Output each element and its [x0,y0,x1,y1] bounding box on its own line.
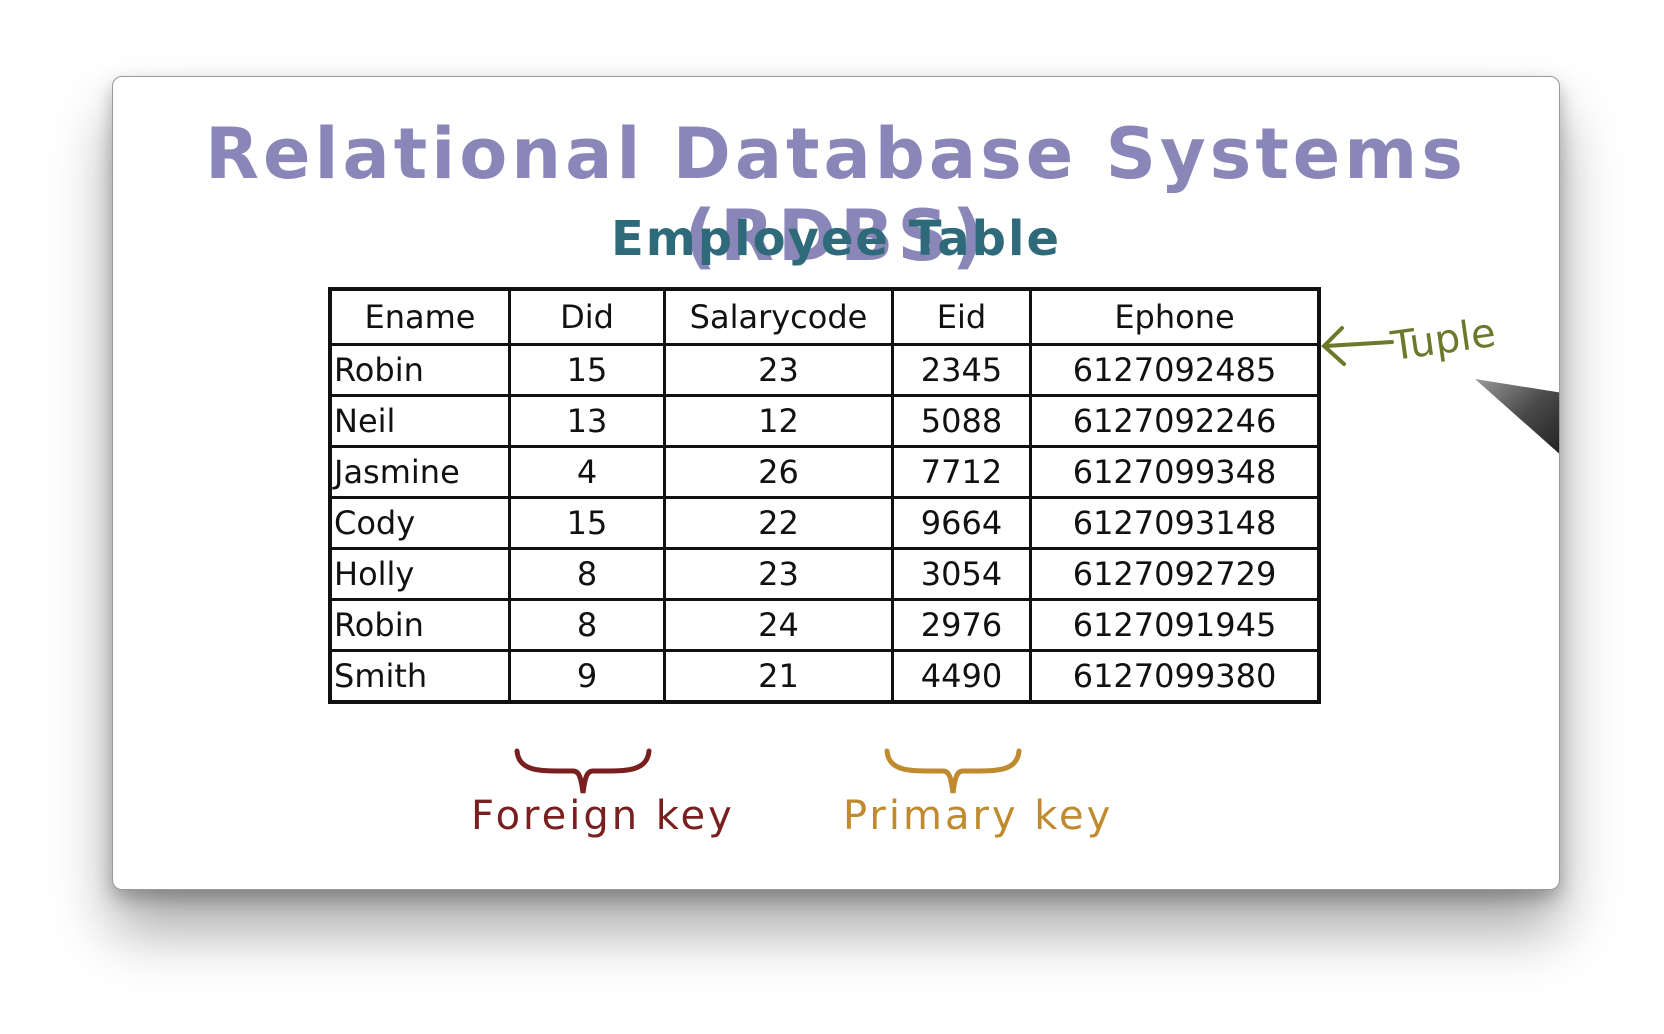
table-row: Neil 13 12 5088 6127092246 [328,394,1321,448]
table-row: Smith 9 21 4490 6127099380 [328,649,1321,704]
cell-ename: Jasmine [328,445,511,499]
table-header-row: Ename Did Salarycode Eid Ephone [328,287,1321,346]
cell-salarycode: 23 [663,343,894,397]
cell-ename: Cody [328,496,511,550]
primary-key-label: Primary key [843,793,1114,839]
column-header-eid: Eid [891,287,1032,346]
cell-ename: Neil [328,394,511,448]
cell-ephone: 6127092729 [1029,547,1321,601]
column-header-salarycode: Salarycode [663,287,894,346]
cell-did: 15 [508,343,666,397]
cell-salarycode: 21 [663,649,894,704]
cell-salarycode: 12 [663,394,894,448]
table-row: Holly 8 23 3054 6127092729 [328,547,1321,601]
cell-did: 8 [508,598,666,652]
column-header-ename: Ename [328,287,511,346]
cell-ename: Robin [328,598,511,652]
cell-eid: 2345 [891,343,1032,397]
foreign-key-brace-icon [514,748,652,794]
cell-salarycode: 24 [663,598,894,652]
cell-eid: 9664 [891,496,1032,550]
cell-salarycode: 22 [663,496,894,550]
tuple-label: Tuple [1388,309,1499,371]
cell-eid: 2976 [891,598,1032,652]
cell-did: 15 [508,496,666,550]
cell-ephone: 6127092246 [1029,394,1321,448]
cell-ephone: 6127099348 [1029,445,1321,499]
cell-did: 13 [508,394,666,448]
primary-key-brace-icon [884,748,1022,794]
column-header-did: Did [508,287,666,346]
cell-did: 4 [508,445,666,499]
cell-ephone: 6127093148 [1029,496,1321,550]
table-title: Employee Table [610,211,1061,267]
cell-salarycode: 23 [663,547,894,601]
cell-ename: Smith [328,649,511,704]
table-row: Robin 8 24 2976 6127091945 [328,598,1321,652]
cell-ename: Holly [328,547,511,601]
cell-salarycode: 26 [663,445,894,499]
cell-eid: 3054 [891,547,1032,601]
table-row: Robin 15 23 2345 6127092485 [328,343,1321,397]
column-header-ephone: Ephone [1029,287,1321,346]
cell-eid: 7712 [891,445,1032,499]
tuple-arrow-icon [1321,326,1394,366]
slide-frame: Relational Database Systems (RDBS) Emplo… [112,76,1560,890]
table-row: Jasmine 4 26 7712 6127099348 [328,445,1321,499]
cell-eid: 4490 [891,649,1032,704]
cell-ephone: 6127091945 [1029,598,1321,652]
table-row: Cody 15 22 9664 6127093148 [328,496,1321,550]
employee-table: Ename Did Salarycode Eid Ephone Robin 15… [328,287,1321,704]
cell-did: 8 [508,547,666,601]
foreign-key-label: Foreign key [471,793,735,839]
pen-icon [1475,379,1559,454]
cell-ephone: 6127099380 [1029,649,1321,704]
cell-eid: 5088 [891,394,1032,448]
cell-ename: Robin [328,343,511,397]
cell-did: 9 [508,649,666,704]
cell-ephone: 6127092485 [1029,343,1321,397]
